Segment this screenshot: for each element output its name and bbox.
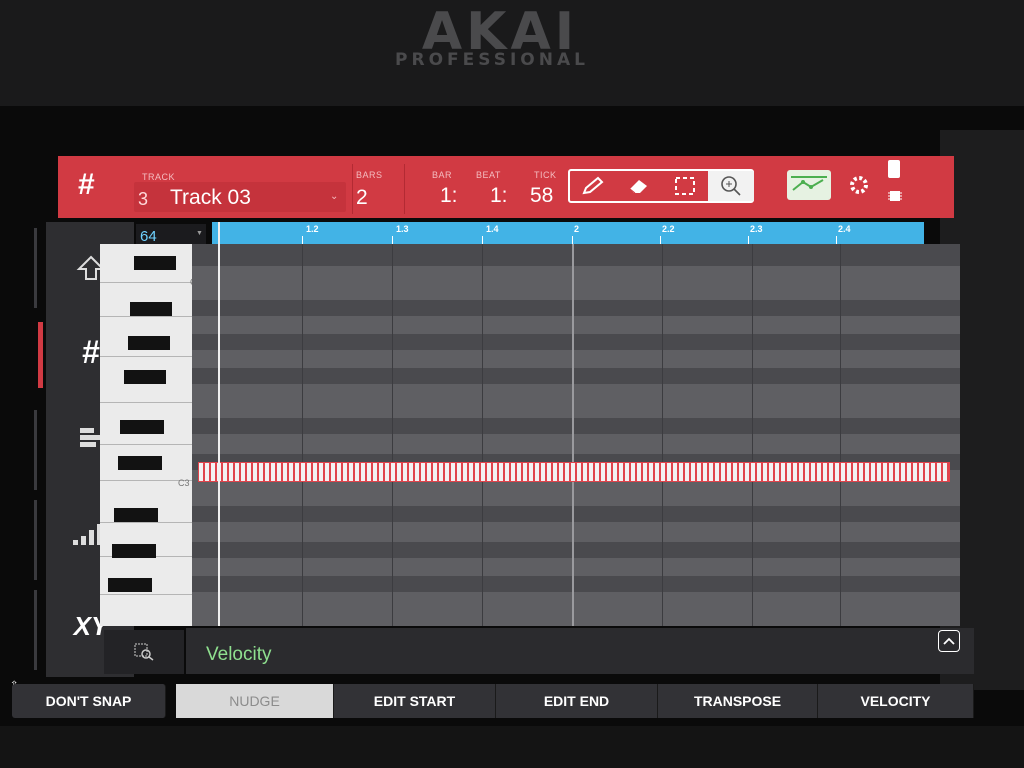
ruler-label: 1.3 <box>396 224 409 234</box>
track-name: Track 03 <box>170 186 251 209</box>
lane-dark <box>192 418 960 434</box>
velocity-lane-label: Velocity <box>206 644 272 665</box>
ruler-label: 2 <box>574 224 580 234</box>
beat-line <box>752 244 753 626</box>
key-separator <box>100 402 192 403</box>
zoom-icon[interactable] <box>708 171 754 201</box>
key-separator <box>100 444 192 445</box>
key-separator <box>100 316 192 317</box>
ruler-tick <box>302 236 303 244</box>
bar-value[interactable]: 1: <box>440 184 458 208</box>
black-key[interactable] <box>114 508 158 522</box>
track-number: 3 <box>138 189 149 209</box>
battery-icon <box>888 160 900 178</box>
divider <box>404 164 405 214</box>
nudge-button[interactable]: NUDGE <box>176 684 334 718</box>
bars-value[interactable]: 2 <box>356 186 368 210</box>
eraser-icon[interactable] <box>616 171 662 201</box>
velocity-button[interactable]: VELOCITY <box>818 684 974 718</box>
black-key[interactable] <box>134 256 176 270</box>
ruler-tick <box>836 236 837 244</box>
automation-button[interactable] <box>787 170 831 200</box>
brand-subtitle: PROFESSIONAL <box>395 50 589 70</box>
hash-icon[interactable]: # <box>78 168 95 202</box>
bars-label: BARS <box>356 170 383 180</box>
black-key[interactable] <box>130 302 172 316</box>
note-grid[interactable] <box>192 244 960 626</box>
chip-icon <box>887 188 903 209</box>
edit-end-button[interactable]: EDIT END <box>496 684 658 718</box>
ruler-tick <box>482 236 483 244</box>
tool-group <box>568 169 754 203</box>
lane-dark <box>192 542 960 558</box>
lane-dark <box>192 576 960 592</box>
ruler-label: 2.3 <box>750 224 763 234</box>
lane-dark <box>192 368 960 384</box>
velocity-value: 64 <box>140 228 157 245</box>
divider <box>352 164 353 214</box>
beat-line <box>482 244 483 626</box>
beat-value[interactable]: 1: <box>490 184 508 208</box>
grid-zoom-icon[interactable] <box>104 630 184 674</box>
divider <box>34 228 37 308</box>
black-key[interactable] <box>128 336 170 350</box>
key-separator <box>100 356 192 357</box>
chevron-up-icon[interactable] <box>938 630 960 652</box>
note-label-c3: C3 <box>178 478 190 488</box>
select-icon[interactable] <box>662 171 708 201</box>
divider <box>34 500 37 580</box>
beat-line <box>840 244 841 626</box>
bar-line <box>572 244 574 626</box>
ruler-tick <box>748 236 749 244</box>
key-separator <box>100 282 192 283</box>
black-key[interactable] <box>108 578 152 592</box>
black-key[interactable] <box>120 420 164 434</box>
playhead[interactable] <box>218 222 220 626</box>
beat-line <box>662 244 663 626</box>
ruler-tick <box>392 236 393 244</box>
gear-icon[interactable] <box>846 172 872 203</box>
ruler-tick <box>660 236 661 244</box>
ruler-label: 1.4 <box>486 224 499 234</box>
beat-line <box>392 244 393 626</box>
velocity-lane[interactable] <box>186 628 974 674</box>
lane-dark <box>192 244 960 266</box>
chevron-down-icon: ▼ <box>196 230 203 237</box>
black-key[interactable] <box>118 456 162 470</box>
tick-value[interactable]: 58 <box>530 184 553 208</box>
timeline-ruler[interactable] <box>212 222 924 244</box>
track-label: TRACK <box>142 172 176 182</box>
ruler-label: 2.4 <box>838 224 851 234</box>
edit-start-button[interactable]: EDIT START <box>334 684 496 718</box>
tick-label: TICK <box>534 170 557 180</box>
bar-label: BAR <box>432 170 453 180</box>
ruler-tick <box>572 236 573 244</box>
key-separator <box>100 594 192 595</box>
lane-dark <box>192 334 960 350</box>
beat-label: BEAT <box>476 170 501 180</box>
black-key[interactable] <box>124 370 166 384</box>
key-separator <box>100 522 192 523</box>
transpose-button[interactable]: TRANSPOSE <box>658 684 818 718</box>
piano-keyboard[interactable]: C4 C3 <box>100 244 202 626</box>
active-indicator <box>38 322 43 388</box>
note-events[interactable] <box>198 462 950 482</box>
lane-dark <box>192 506 960 522</box>
ruler-label: 1.2 <box>306 224 319 234</box>
divider <box>34 410 37 490</box>
pencil-icon[interactable] <box>570 171 616 201</box>
black-key[interactable] <box>112 544 156 558</box>
divider <box>34 590 37 670</box>
beat-line <box>302 244 303 626</box>
chevron-down-icon: ⌄ <box>330 191 339 202</box>
lane-dark <box>192 300 960 316</box>
ruler-label: 2.2 <box>662 224 675 234</box>
dont-snap-button[interactable]: DON'T SNAP <box>12 684 166 718</box>
